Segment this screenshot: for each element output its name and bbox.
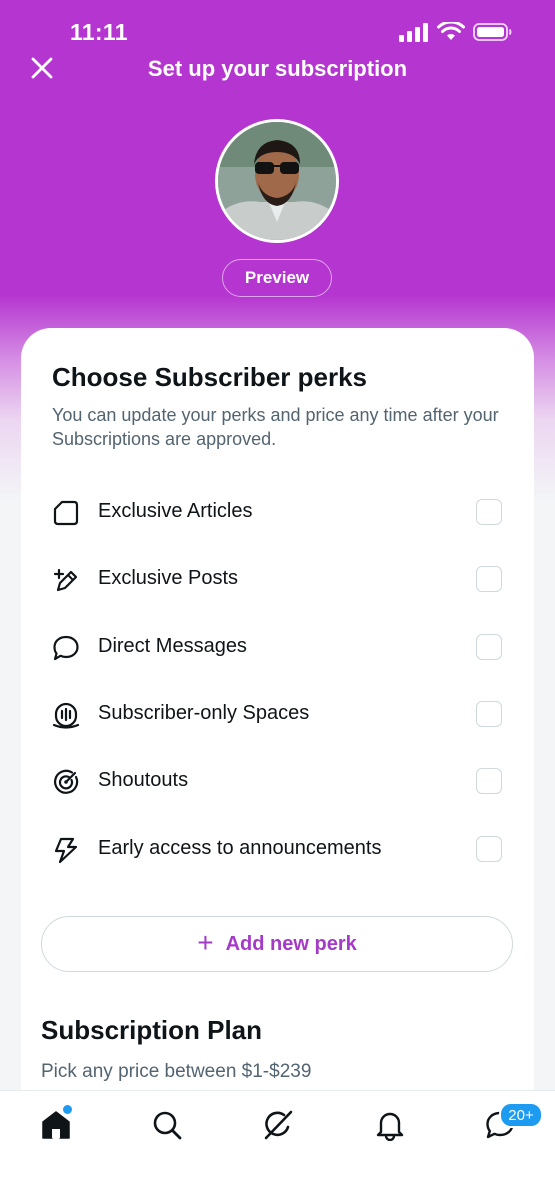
article-icon [53, 500, 79, 526]
perk-label: Subscriber-only Spaces [98, 702, 310, 724]
perks-description: You can update your perks and price any … [52, 405, 499, 449]
perk-item-exclusive-posts[interactable]: Exclusive Posts [21, 554, 534, 604]
grok-icon[interactable] [262, 1109, 294, 1141]
search-icon[interactable] [151, 1109, 183, 1141]
lightning-icon [54, 837, 78, 864]
status-time: 11:11 [70, 19, 128, 45]
perks-card: Choose Subscriber perks You can update y… [21, 328, 534, 1128]
header: Set up your subscription [0, 48, 555, 90]
perk-label: Exclusive Posts [98, 567, 239, 589]
message-bubble-icon [53, 635, 79, 661]
perk-checkbox[interactable] [476, 701, 502, 727]
cellular-signal-icon [399, 23, 428, 42]
perk-checkbox[interactable] [476, 768, 502, 794]
subscription-plan-title: Subscription Plan [41, 1015, 263, 1045]
add-new-perk-button[interactable]: + Add new perk [41, 916, 513, 972]
add-perk-label: Add new perk [225, 932, 357, 955]
avatar [215, 119, 339, 243]
home-notification-dot [61, 1103, 74, 1116]
battery-icon [473, 23, 512, 41]
subscription-plan-description: Pick any price between $1-$239 [41, 1061, 312, 1082]
perk-checkbox[interactable] [476, 499, 502, 525]
perk-item-early-access[interactable]: Early access to announcements [21, 824, 534, 874]
target-icon [54, 769, 79, 794]
perk-item-subscriber-only-spaces[interactable]: Subscriber-only Spaces [21, 689, 534, 739]
bell-icon[interactable] [374, 1109, 406, 1141]
perk-label: Direct Messages [98, 635, 247, 657]
perk-label: Shoutouts [98, 769, 189, 791]
perk-item-shoutouts[interactable]: Shoutouts [21, 756, 534, 806]
avatar-photo [218, 122, 336, 240]
preview-button[interactable]: Preview [222, 259, 332, 297]
messages-badge: 20+ [499, 1102, 543, 1128]
perk-checkbox[interactable] [476, 836, 502, 862]
perks-title: Choose Subscriber perks [52, 362, 367, 392]
perk-label: Early access to announcements [98, 837, 382, 859]
pen-plus-icon [53, 568, 78, 592]
spaces-icon [52, 702, 80, 729]
plus-icon: + [197, 926, 214, 958]
status-icons [399, 22, 513, 42]
perk-item-direct-messages[interactable]: Direct Messages [21, 622, 534, 672]
perk-checkbox[interactable] [476, 566, 502, 592]
bottom-tab-bar [0, 1090, 555, 1201]
perk-item-exclusive-articles[interactable]: Exclusive Articles [21, 487, 534, 537]
wifi-icon [437, 22, 465, 40]
perk-checkbox[interactable] [476, 634, 502, 660]
page-title: Set up your subscription [147, 56, 408, 81]
perk-label: Exclusive Articles [98, 500, 253, 522]
